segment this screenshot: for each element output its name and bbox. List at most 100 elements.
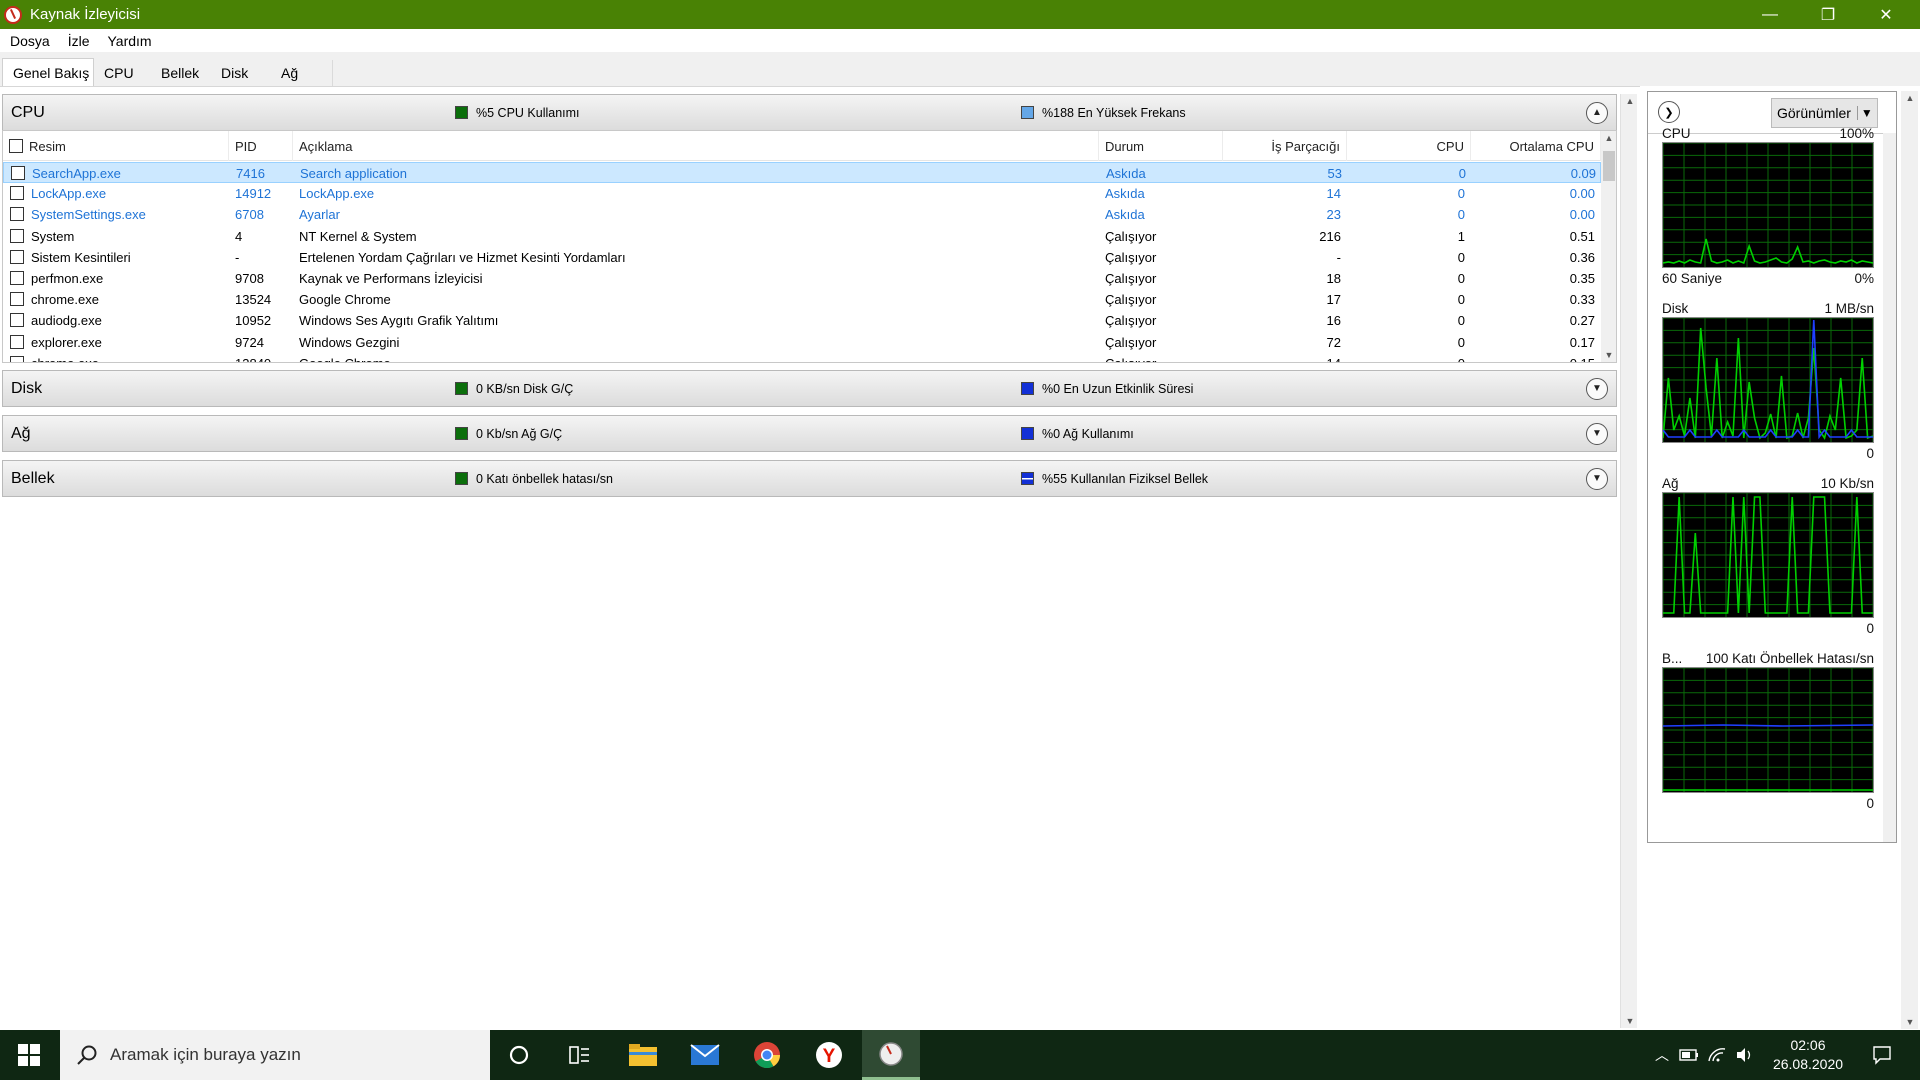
scroll-down-arrow-icon[interactable]: ▼ xyxy=(1623,1016,1637,1026)
show-hidden-icons-chevron-icon[interactable]: ︿ xyxy=(1650,1030,1674,1080)
wifi-icon[interactable] xyxy=(1704,1030,1730,1080)
taskbar-search-box[interactable]: Aramak için buraya yazın xyxy=(60,1030,490,1080)
views-button[interactable]: Görünümler ▼ xyxy=(1771,98,1878,128)
tab-memory[interactable]: Bellek xyxy=(151,60,213,86)
scroll-down-arrow-icon[interactable]: ▼ xyxy=(1602,350,1616,360)
column-threads[interactable]: İş Parçacığı xyxy=(1223,131,1347,161)
disk-section-header[interactable]: Disk 0 KB/sn Disk G/Ç %0 En Uzun Etkinli… xyxy=(2,370,1617,407)
scrollbar-thumb[interactable] xyxy=(1603,151,1615,181)
select-all-checkbox[interactable] xyxy=(9,139,23,153)
dropdown-arrow-icon[interactable]: ▼ xyxy=(1856,106,1873,120)
scroll-up-arrow-icon[interactable]: ▲ xyxy=(1623,96,1637,106)
resource-monitor-taskbar-icon[interactable] xyxy=(862,1030,920,1080)
cell-threads: 14 xyxy=(1223,353,1341,362)
chevron-down-icon[interactable]: ▼ xyxy=(1586,377,1608,400)
memory-section-header[interactable]: Bellek 0 Katı önbellek hatası/sn %55 Kul… xyxy=(2,460,1617,497)
cell-threads: 53 xyxy=(1327,166,1342,181)
start-button[interactable] xyxy=(0,1030,58,1080)
column-status[interactable]: Durum xyxy=(1099,131,1223,161)
row-checkbox[interactable] xyxy=(10,207,24,222)
column-average-cpu[interactable]: Ortalama CPU xyxy=(1471,131,1601,161)
battery-icon[interactable] xyxy=(1676,1030,1702,1080)
yandex-browser-icon[interactable]: Y xyxy=(800,1030,858,1080)
column-description[interactable]: Açıklama xyxy=(293,131,1099,161)
cell-image: Sistem Kesintileri xyxy=(31,249,131,265)
cell-avg: 0.17 xyxy=(1569,334,1595,350)
row-checkbox[interactable] xyxy=(10,186,24,201)
green-swatch-icon xyxy=(455,472,468,485)
table-row[interactable]: chrome.exe 13840 Google Chrome Çalışıyor14 0… xyxy=(3,353,1601,362)
panel-scrollbar[interactable] xyxy=(1883,133,1896,842)
window-scrollbar[interactable]: ▲ ▼ xyxy=(1901,91,1918,1029)
table-row[interactable]: explorer.exe 9724 Windows Gezgini Çalışıyor… xyxy=(3,332,1601,353)
graph-min-label: 0 xyxy=(1866,796,1874,811)
cell-image: SearchApp.exe xyxy=(32,166,121,181)
table-row[interactable]: audiodg.exe 10952 Windows Ses Aygıtı Grafi… xyxy=(3,310,1601,331)
menu-help[interactable]: Yardım xyxy=(107,33,151,49)
cpu-section-header[interactable]: CPU %5 CPU Kullanımı %188 En Yüksek Frek… xyxy=(2,94,1617,131)
cell-status: Askıda xyxy=(1105,186,1145,202)
file-explorer-icon[interactable] xyxy=(614,1030,672,1080)
chevron-down-icon[interactable]: ▼ xyxy=(1586,467,1608,490)
green-swatch-icon xyxy=(455,427,468,440)
clock[interactable]: 02:06 26.08.2020 xyxy=(1770,1030,1846,1080)
cell-desc: Ayarlar xyxy=(299,207,340,223)
row-checkbox[interactable] xyxy=(10,271,24,285)
row-checkbox[interactable] xyxy=(10,355,24,362)
tab-disk[interactable]: Disk xyxy=(211,60,273,86)
row-checkbox[interactable] xyxy=(10,313,24,328)
row-checkbox[interactable] xyxy=(10,292,24,307)
network-section-header[interactable]: Ağ 0 Kb/sn Ağ G/Ç %0 Ağ Kullanımı ▼ xyxy=(2,415,1617,452)
graph-side-panel: ❯ Görünümler ▼ CPU 100% 60 Saniye 0% Disk 1 M… xyxy=(1647,91,1897,843)
tab-network[interactable]: Ağ xyxy=(271,60,333,86)
collapse-panel-chevron-icon[interactable]: ❯ xyxy=(1658,101,1680,123)
chevron-up-icon[interactable]: ▲ xyxy=(1586,101,1608,124)
table-scrollbar[interactable]: ▲ ▼ xyxy=(1601,131,1616,362)
row-checkbox[interactable] xyxy=(11,166,25,180)
notifications-icon[interactable] xyxy=(1862,1030,1902,1080)
column-image[interactable]: Resim xyxy=(3,131,229,161)
cell-pid: 13524 xyxy=(235,292,272,308)
volume-icon[interactable] xyxy=(1732,1030,1758,1080)
table-row[interactable]: SystemSettings.exe 6708 Ayarlar Askıda 23 0 0.… xyxy=(3,204,1601,225)
table-row[interactable]: perfmon.exe 9708 Kaynak ve Performans İzle… xyxy=(3,268,1601,289)
table-row[interactable]: LockApp.exe 14912 LockApp.exe Askıda 14 0 0.00 xyxy=(3,183,1601,204)
table-row[interactable]: Sistem Kesintileri - Ertelenen Yordam Çağr… xyxy=(3,247,1601,268)
cell-image: chrome.exe xyxy=(31,353,227,362)
menu-file[interactable]: Dosya xyxy=(10,33,50,49)
column-cpu[interactable]: CPU xyxy=(1347,131,1471,161)
cpu-frequency-legend: %188 En Yüksek Frekans xyxy=(1021,106,1186,120)
menu-monitor[interactable]: İzle xyxy=(68,33,90,49)
cortana-icon[interactable] xyxy=(490,1030,548,1080)
minimize-button[interactable]: — xyxy=(1741,0,1799,29)
row-checkbox[interactable] xyxy=(10,228,24,243)
chevron-down-icon[interactable]: ▼ xyxy=(1586,422,1608,445)
close-button[interactable]: ✕ xyxy=(1857,0,1915,29)
graph-canvas xyxy=(1662,142,1874,267)
row-checkbox[interactable] xyxy=(10,249,24,264)
clock-date: 26.08.2020 xyxy=(1772,1056,1844,1072)
cell-pid: 9708 xyxy=(235,271,264,286)
main-scrollbar[interactable]: ▲ ▼ xyxy=(1620,94,1637,1028)
tab-cpu[interactable]: CPU xyxy=(94,60,156,86)
table-row[interactable]: SearchApp.exe 7416 Search application Askıd… xyxy=(3,162,1601,183)
cell-avg: 0.36 xyxy=(1569,249,1595,265)
mail-icon[interactable] xyxy=(676,1030,734,1080)
scroll-down-arrow-icon[interactable]: ▼ xyxy=(1903,1017,1917,1027)
scroll-up-arrow-icon[interactable]: ▲ xyxy=(1903,93,1917,103)
network-io-legend: 0 Kb/sn Ağ G/Ç xyxy=(455,427,562,441)
windows-logo-icon xyxy=(18,1044,40,1066)
usage-graph xyxy=(1662,142,1874,268)
maximize-button[interactable]: ❐ xyxy=(1799,0,1857,29)
disk-io-text: 0 KB/sn Disk G/Ç xyxy=(476,381,574,396)
scroll-up-arrow-icon[interactable]: ▲ xyxy=(1602,133,1616,143)
chrome-icon[interactable] xyxy=(738,1030,796,1080)
table-row[interactable]: System 4 NT Kernel & System Çalışıyor 216 1 0.… xyxy=(3,226,1601,247)
tab-overview[interactable]: Genel Bakış xyxy=(2,58,94,86)
table-row[interactable]: chrome.exe 13524 Google Chrome Çalışıyor 17 0… xyxy=(3,289,1601,310)
cell-threads: 14 xyxy=(1326,186,1341,202)
column-pid[interactable]: PID xyxy=(229,131,293,161)
row-checkbox[interactable] xyxy=(10,334,24,349)
cell-status: Çalışıyor xyxy=(1105,249,1157,265)
task-view-icon[interactable] xyxy=(551,1030,609,1080)
